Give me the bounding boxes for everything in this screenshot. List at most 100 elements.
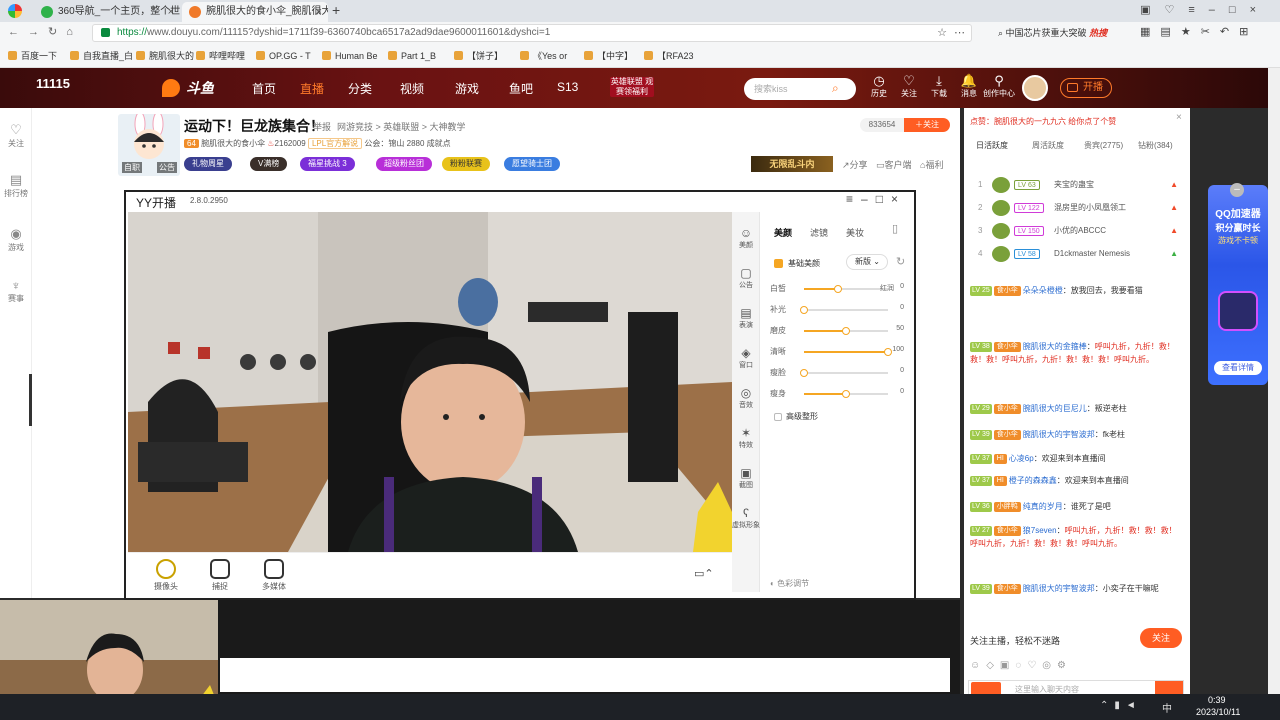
guild[interactable]: 公会：锦山 [364,139,404,148]
clock-date[interactable]: 2023/10/11 [1196,707,1240,717]
creator-icon[interactable]: ⚲ 创作中心 [982,74,1016,99]
volume-icon[interactable]: ◄ [1126,700,1142,711]
download-icon[interactable]: ⤓ 下载 [924,74,954,99]
nav-games[interactable]: 游戏 [455,80,479,97]
maximize-icon[interactable]: □ [876,192,891,206]
extension-icon[interactable]: ⊞ [1239,26,1258,38]
tab-makeup[interactable]: 美妆 [846,226,864,239]
rank-row[interactable]: 2 LV 122 混房里的小凤凰领工 ▲ [972,197,1182,219]
rank-row[interactable]: 4 LV 58 D1ckmaster Nemesis ▲ [972,243,1182,265]
network-icon[interactable]: ▮ [1114,700,1126,711]
beauty-slider[interactable] [804,390,888,398]
source-camera[interactable]: 摄像头 [146,559,186,592]
douyu-logo[interactable]: 斗鱼 [162,77,222,99]
client-link[interactable]: ▭客户端 [876,158,912,171]
tab-weekly[interactable]: 周活跃度 [1032,140,1064,151]
emoji-icon[interactable]: ☺ [970,660,986,671]
back-icon[interactable]: ← [8,26,28,38]
streamer-avatar[interactable]: 自职 公告 [118,114,180,176]
beauty-slider[interactable] [804,285,888,293]
browser-logo-icon[interactable] [8,4,22,18]
nav-live[interactable]: 直播 [300,80,324,97]
chat-username[interactable]: 腕肌很大的巨尼儿 [1023,404,1087,413]
chat-username[interactable]: 纯真的岁月 [1023,502,1063,511]
tools-icon[interactable]: ✂ [1201,26,1220,38]
color-adjust[interactable]: ◐ 色彩调节 [770,578,809,589]
at-icon[interactable]: ◎ [1042,660,1057,671]
tag-fans-league[interactable]: 粉粉联赛 [442,157,490,171]
start-live-button[interactable]: 开播 [1060,78,1112,98]
tag-v-rank[interactable]: V满榜 [250,157,288,171]
minimize-icon[interactable]: – [861,192,876,206]
yy-tool-beauty[interactable]: ☺ 美颜 [732,226,760,250]
menu-icon[interactable]: ≡ [1188,4,1208,16]
reload-icon[interactable]: ↻ [48,26,66,38]
maximize-icon[interactable]: □ [1229,4,1250,16]
chat-follow-button[interactable]: 关注 [1140,628,1182,648]
bookmark-item[interactable]: 【饼子】 [454,50,503,62]
tab-douyu[interactable]: 腕肌很大的食小伞_腕肌很大的 × [182,2,328,22]
slider-knob[interactable] [833,285,842,293]
beauty-checkbox[interactable] [774,259,783,268]
more-icon[interactable]: ⋯ [954,25,965,41]
tag-gift-week[interactable]: 礼物周星 [184,157,232,171]
slider-knob[interactable] [800,306,808,314]
beauty-slider[interactable] [800,369,888,377]
sticker-icon[interactable]: ▣ [1000,660,1015,671]
gift-icon[interactable]: ◇ [986,660,1000,671]
bookmark-star-icon[interactable]: ★ [1181,26,1201,38]
douyu-search-input[interactable]: 搜索kiss [744,78,856,100]
chat-username[interactable]: 腕肌很大的宇智波邦 [1023,584,1095,593]
bookmark-item[interactable]: 【中字】 [584,50,633,62]
sidebar-item-rank[interactable]: ▤ 排行榜 [0,172,32,199]
close-icon[interactable]: × [168,2,174,22]
nav-category[interactable]: 分类 [348,80,372,97]
forward-icon[interactable]: → [28,26,48,38]
tab-vip[interactable]: 贵宾(2775) [1084,140,1123,151]
skin-icon[interactable]: ♡ [1164,4,1188,16]
yy-live-window[interactable]: YY开播 2.8.0.2950 ≡–□× ☺ 美颜 ▢ 公告 ▤ 表演 ◈ 窗口… [124,190,916,600]
tab-home[interactable]: 360导航_一个主页，整个世界 × [34,2,180,22]
undo-icon[interactable]: ↶ [1220,26,1239,38]
new-tab-button[interactable]: + [332,2,340,18]
bookmark-item[interactable]: 【RFA23 [644,50,694,62]
history-icon[interactable]: ◷ 历史 [864,74,894,99]
grid-icon[interactable]: ▦ [1140,26,1160,38]
chevron-up-icon[interactable]: ⌃ [1100,700,1114,711]
bookmark-item[interactable]: Part 1_B [388,50,436,62]
source-capture[interactable]: 捕捉 [200,559,240,592]
yy-tool-sound[interactable]: ◎ 音效 [732,386,760,410]
slider-knob[interactable] [800,369,808,377]
tag-wish-knights[interactable]: 愿望骑士团 [504,157,560,171]
yy-tool-notice[interactable]: ▢ 公告 [732,266,760,290]
tab-filter[interactable]: 滤镜 [810,226,828,239]
chat-username[interactable]: 腕肌很大的金箍棒 [1023,342,1087,351]
notice-label[interactable]: 公告 [157,162,177,173]
chat-username[interactable]: 狼7seven [1023,526,1057,535]
beauty-slider[interactable] [804,327,888,335]
setting-icon[interactable]: ⚙ [1057,660,1072,671]
advanced-checkbox[interactable] [774,413,782,421]
slider-knob[interactable] [842,390,850,398]
nav-video[interactable]: 视频 [400,80,424,97]
report-link[interactable]: 举报 [313,120,331,133]
close-icon[interactable]: × [1176,112,1182,123]
sidebar-item-follow[interactable]: ♡ 关注 [0,122,32,149]
close-icon[interactable]: × [316,2,322,22]
search-box[interactable]: ⌕ 中国芯片获重大突破 热搜 [998,25,1128,41]
reset-icon[interactable]: ↻ [896,255,905,268]
message-icon[interactable]: 🔔 消息 [954,74,984,99]
yy-tool-avatar[interactable]: ʕ 虚拟形象 [732,506,760,530]
user-avatar[interactable] [1022,75,1048,101]
bookmark-item[interactable]: 自我直播_白 [70,50,133,62]
bookmark-item[interactable]: 腕肌很大的 [136,50,194,62]
clock-time[interactable]: 0:39 [1208,695,1226,705]
sidebar-item-game[interactable]: ◉ 游戏 [0,226,32,253]
rank-row[interactable]: 3 LV 150 小优的ABCCC ▲ [972,220,1182,242]
nav-yuba[interactable]: 鱼吧 [509,80,533,97]
close-window-icon[interactable]: × [1250,4,1270,16]
chat-username[interactable]: 腕肌很大的宇智波邦 [1023,430,1095,439]
beauty-slider[interactable] [800,306,888,314]
tab-beauty[interactable]: 美颜 [774,226,792,239]
chat-username[interactable]: 朵朵朵橙橙 [1023,286,1063,295]
